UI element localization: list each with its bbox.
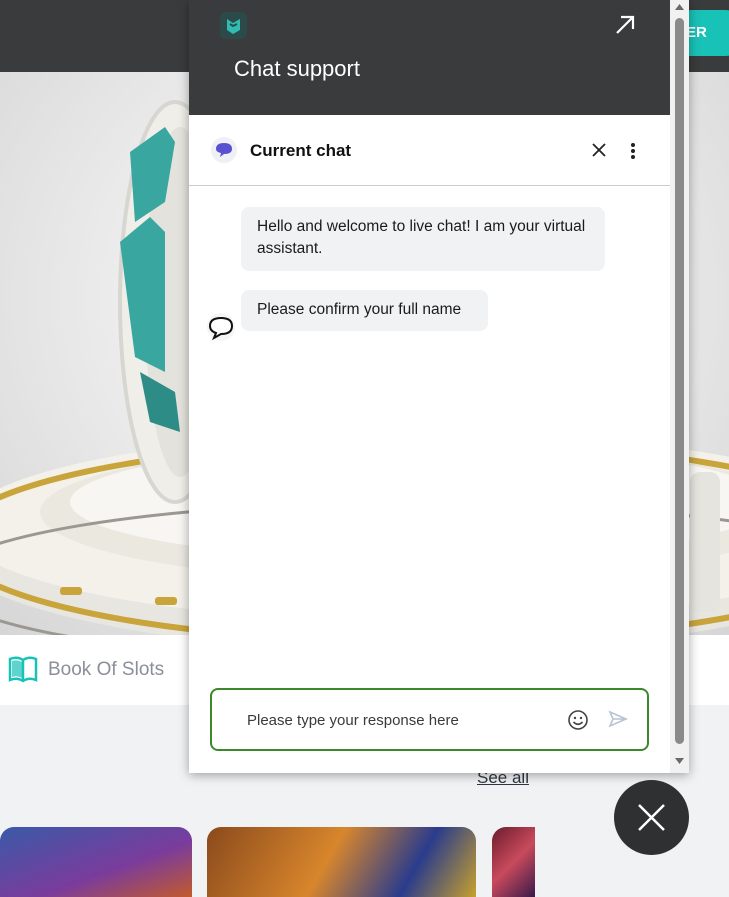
agent-avatar-icon bbox=[207, 313, 235, 341]
expand-arrow-icon[interactable] bbox=[613, 13, 637, 37]
close-icon[interactable] bbox=[590, 141, 608, 159]
featured-game-name: Book Of Slots bbox=[48, 659, 165, 680]
chat-bubble-icon bbox=[211, 137, 237, 163]
close-chat-button[interactable] bbox=[614, 780, 689, 855]
chat-header: Chat support bbox=[189, 0, 670, 115]
chat-scrollbar[interactable] bbox=[670, 0, 689, 773]
scrollbar-thumb[interactable] bbox=[675, 18, 684, 744]
chat-message: Please confirm your full name bbox=[241, 290, 488, 331]
current-chat-title: Current chat bbox=[250, 141, 352, 160]
chat-title: Chat support bbox=[234, 56, 360, 81]
chat-response-input[interactable] bbox=[247, 708, 547, 732]
chat-subheader: Current chat bbox=[189, 115, 670, 186]
scroll-down-arrow-icon[interactable] bbox=[674, 757, 685, 765]
emoji-icon[interactable] bbox=[567, 709, 589, 731]
chat-message: Hello and welcome to live chat! I am you… bbox=[241, 207, 605, 271]
brand-logo-icon bbox=[220, 12, 247, 39]
scroll-up-arrow-icon[interactable] bbox=[674, 3, 685, 11]
book-icon bbox=[8, 656, 38, 683]
chat-input-box bbox=[210, 688, 649, 751]
close-icon bbox=[638, 804, 665, 831]
send-icon[interactable] bbox=[608, 710, 628, 728]
kebab-menu-icon[interactable] bbox=[630, 142, 636, 160]
